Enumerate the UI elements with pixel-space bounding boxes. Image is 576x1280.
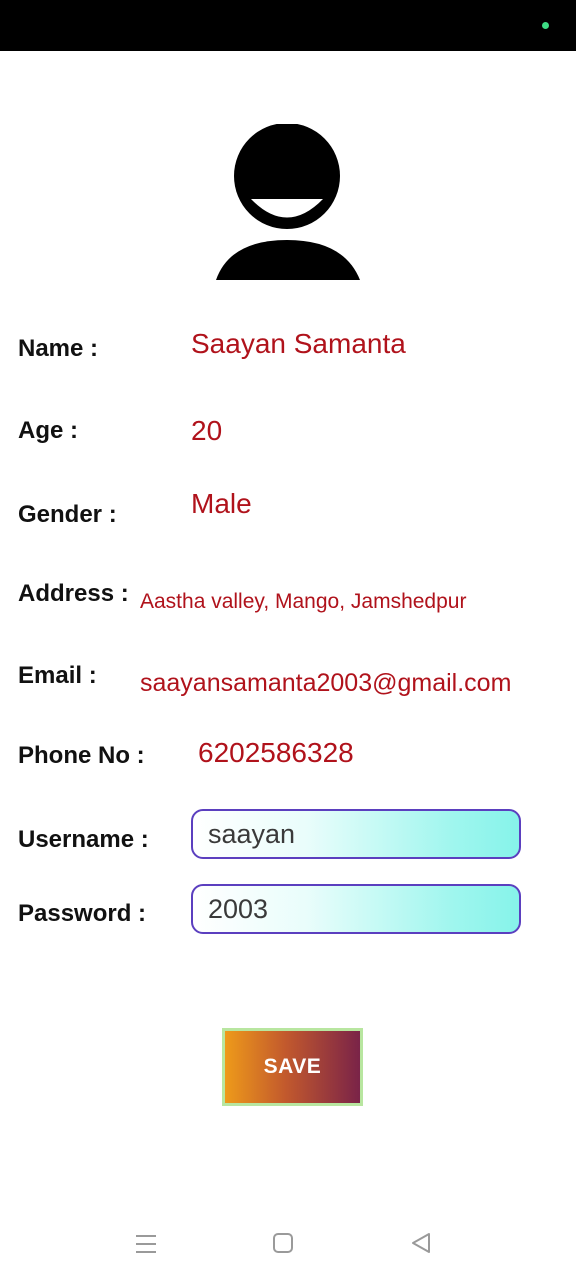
name-label: Name : [18, 335, 99, 362]
status-bar [0, 0, 576, 51]
gender-value: Male [191, 488, 252, 519]
password-label: Password : [18, 900, 147, 927]
person-icon [216, 124, 360, 280]
address-value: Aastha valley, Mango, Jamshedpur [140, 590, 467, 613]
password-field[interactable] [191, 884, 521, 934]
menu-icon[interactable] [134, 1232, 158, 1256]
username-label: Username : [18, 826, 149, 853]
navigation-bar [0, 1210, 576, 1280]
triangle-back-icon[interactable] [410, 1232, 432, 1254]
email-value: saayansamanta2003@gmail.com [140, 669, 512, 697]
phone-label: Phone No : [18, 742, 145, 769]
username-field[interactable] [191, 809, 521, 859]
age-label: Age : [18, 417, 78, 444]
save-button[interactable]: SAVE [222, 1028, 363, 1106]
name-value: Saayan Samanta [191, 328, 406, 359]
phone-value: 6202586328 [198, 737, 354, 768]
notification-dot-icon [542, 22, 549, 29]
address-label: Address : [18, 580, 129, 607]
gender-label: Gender : [18, 501, 117, 528]
email-label: Email : [18, 662, 97, 689]
age-value: 20 [191, 415, 223, 446]
square-home-icon[interactable] [272, 1232, 294, 1254]
